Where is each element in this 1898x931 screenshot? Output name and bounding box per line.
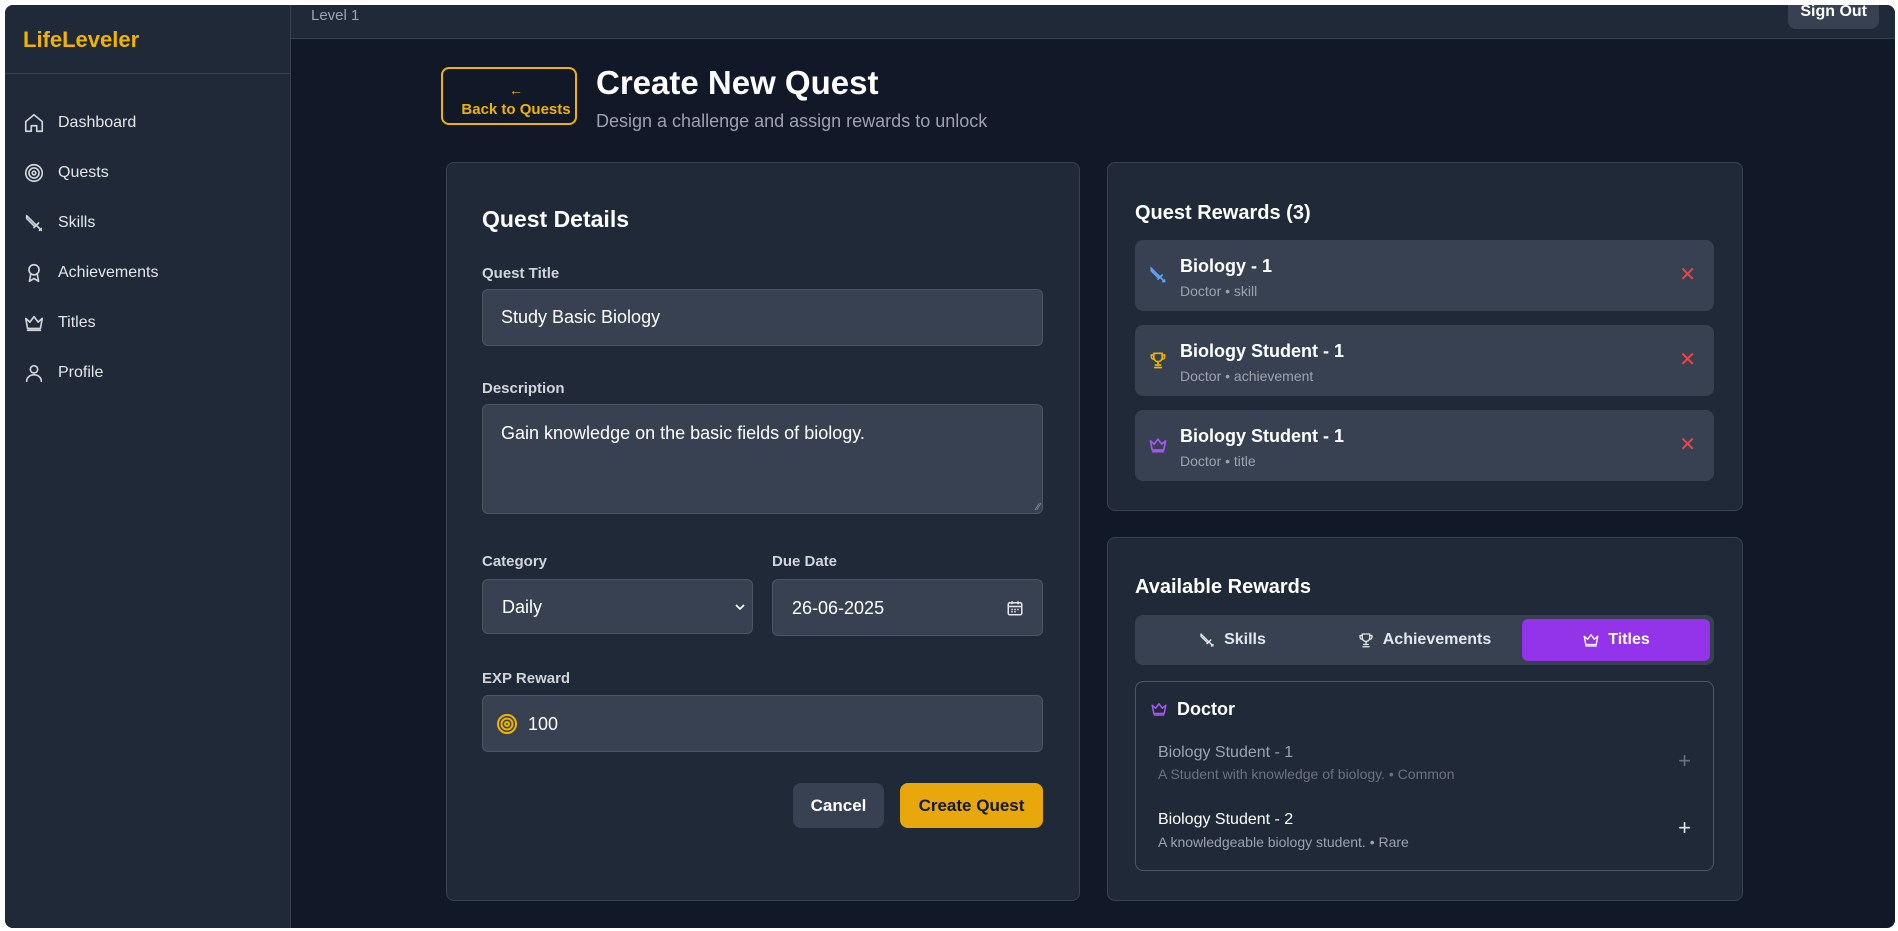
reward-group-title: Doctor: [1177, 699, 1235, 719]
sidebar: LifeLeveler Dashboard Quests Skills Achi…: [5, 5, 291, 928]
home-icon: [24, 113, 44, 133]
chevron-down-icon: [735, 604, 745, 611]
app-window: LifeLeveler Dashboard Quests Skills Achi…: [5, 5, 1895, 928]
reward-meta: Doctor • skill: [1180, 283, 1258, 299]
level-indicator: Level 1: [311, 7, 360, 24]
page-title: Create New Quest: [596, 64, 879, 101]
description-label: Description: [482, 380, 565, 397]
quest-rewards-card: Quest Rewards (3) Biology - 1 Doctor • s…: [1107, 162, 1743, 511]
sign-out-button[interactable]: Sign Out: [1788, 5, 1879, 29]
category-value: Daily: [502, 597, 543, 617]
create-quest-button[interactable]: Create Quest: [900, 783, 1043, 828]
sidebar-item-dashboard[interactable]: Dashboard: [5, 98, 290, 148]
quest-details-title: Quest Details: [482, 206, 629, 232]
tab-titles[interactable]: Titles: [1522, 619, 1710, 661]
sidebar-item-label: Skills: [58, 214, 96, 231]
sidebar-item-achievements[interactable]: Achievements: [5, 248, 290, 298]
sidebar-item-titles[interactable]: Titles: [5, 298, 290, 348]
sidebar-item-label: Titles: [58, 314, 96, 331]
sidebar-item-skills[interactable]: Skills: [5, 198, 290, 248]
sword-icon: [1200, 633, 1214, 647]
sidebar-item-label: Quests: [58, 164, 109, 181]
sidebar-item-label: Profile: [58, 364, 104, 381]
remove-reward-icon[interactable]: ✕: [1679, 262, 1696, 287]
reward-name: Biology Student - 1: [1180, 426, 1344, 446]
exp-reward-label: EXP Reward: [482, 670, 571, 687]
reward-meta: Doctor • achievement: [1180, 368, 1314, 384]
reward-meta: Doctor • title: [1180, 453, 1256, 469]
exp-reward-value: 100: [528, 714, 559, 734]
reward-item: Biology - 1 Doctor • skill ✕: [1135, 240, 1714, 311]
reward-description: A Student with knowledge of biology. • C…: [1158, 766, 1455, 782]
trophy-icon: [1150, 352, 1166, 369]
sidebar-item-label: Achievements: [58, 264, 159, 281]
reward-description: A knowledgeable biology student. • Rare: [1158, 834, 1409, 850]
sword-icon: [25, 214, 43, 232]
badge-icon: [28, 263, 40, 283]
category-select[interactable]: Daily: [482, 579, 753, 634]
quest-title-value: Study Basic Biology: [501, 307, 661, 327]
description-textarea[interactable]: Gain knowledge on the basic fields of bi…: [482, 404, 1043, 514]
tab-label: Skills: [1224, 631, 1266, 648]
sidebar-item-quests[interactable]: Quests: [5, 148, 290, 198]
target-icon: [497, 714, 517, 734]
add-reward-icon[interactable]: +: [1678, 815, 1691, 841]
description-value: Gain knowledge on the basic fields of bi…: [501, 423, 865, 443]
cancel-button[interactable]: Cancel: [793, 783, 884, 828]
tab-achievements[interactable]: Achievements: [1329, 619, 1519, 661]
user-icon: [25, 364, 43, 383]
reward-name: Biology Student - 2: [1158, 811, 1294, 828]
exp-reward-input[interactable]: 100: [482, 695, 1043, 752]
sidebar-item-label: Dashboard: [58, 114, 137, 131]
quest-details-card: Quest Details Quest Title Study Basic Bi…: [446, 162, 1080, 901]
crown-icon: [1151, 703, 1167, 716]
reward-name: Biology - 1: [1180, 256, 1273, 276]
back-to-quests-button[interactable]: ← Back to Quests: [441, 67, 577, 125]
calendar-icon[interactable]: [1006, 599, 1024, 617]
page-subtitle: Design a challenge and assign rewards to…: [596, 111, 988, 131]
due-date-input[interactable]: 26-06-2025: [772, 579, 1043, 636]
tab-skills[interactable]: Skills: [1139, 619, 1325, 661]
remove-reward-icon[interactable]: ✕: [1679, 347, 1696, 372]
back-button-label: Back to Quests: [461, 101, 571, 118]
quest-title-input[interactable]: Study Basic Biology: [482, 289, 1043, 346]
tab-label: Titles: [1608, 631, 1650, 648]
add-reward-icon[interactable]: +: [1678, 748, 1691, 774]
due-date-value: 26-06-2025: [792, 598, 885, 618]
arrow-left-icon: ←: [509, 82, 523, 98]
reward-type-tabs: Skills Achievements Titles: [1135, 615, 1714, 665]
available-rewards-list: Doctor Biology Student - 1 A Student wit…: [1135, 681, 1714, 871]
app-brand[interactable]: LifeLeveler: [5, 5, 290, 74]
crown-icon: [1149, 438, 1167, 453]
available-rewards-card: Available Rewards Skills Achievements Ti…: [1107, 537, 1743, 901]
crown-icon: [24, 315, 44, 332]
trophy-icon: [1359, 633, 1373, 648]
due-date-label: Due Date: [772, 553, 838, 570]
reward-name: Biology Student - 1: [1158, 744, 1294, 761]
reward-item: Biology Student - 1 Doctor • title ✕: [1135, 410, 1714, 481]
reward-item: Biology Student - 1 Doctor • achievement…: [1135, 325, 1714, 396]
available-rewards-title: Available Rewards: [1135, 576, 1312, 598]
topbar: Level 1 Sign Out: [291, 5, 1895, 39]
sidebar-nav: Dashboard Quests Skills Achievements Tit…: [5, 74, 290, 398]
sidebar-item-profile[interactable]: Profile: [5, 348, 290, 398]
reward-name: Biology Student - 1: [1180, 341, 1344, 361]
target-icon: [24, 163, 44, 183]
sword-icon: [1150, 266, 1166, 283]
category-label: Category: [482, 553, 548, 570]
remove-reward-icon[interactable]: ✕: [1679, 432, 1696, 457]
quest-rewards-title: Quest Rewards (3): [1135, 202, 1311, 224]
crown-icon: [1583, 634, 1599, 647]
resize-handle-icon[interactable]: ∕∕: [1037, 502, 1040, 513]
tab-label: Achievements: [1382, 631, 1492, 648]
quest-title-label: Quest Title: [482, 265, 560, 282]
